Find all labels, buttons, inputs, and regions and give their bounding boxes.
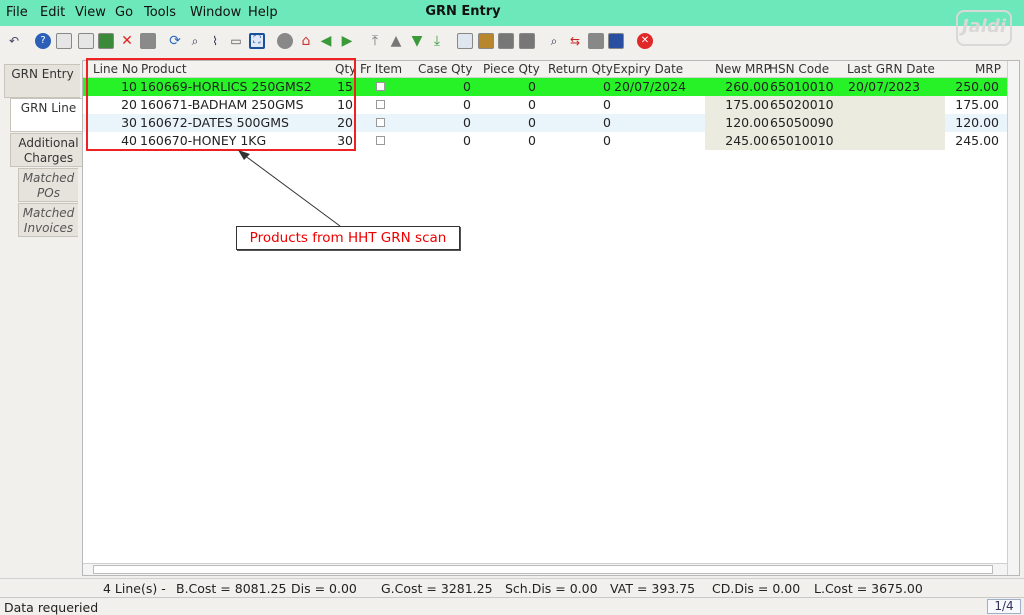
cell-return-qty[interactable]: 0 (553, 115, 611, 130)
cell-new-mrp[interactable]: 245.00 (705, 133, 769, 148)
summary-g-cost: G.Cost = 3281.25 (381, 581, 493, 596)
left-tab-panel: GRN Entry GRN Line Additional Charges Ma… (0, 62, 86, 574)
header-piece-qty[interactable]: Piece Qty (483, 62, 540, 76)
fr-item-checkbox[interactable] (376, 118, 385, 127)
find-icon[interactable]: ⌕ (187, 33, 203, 49)
previous-record-icon[interactable]: ▲ (388, 33, 404, 49)
cell-hsn-code: 65050090 (770, 115, 834, 130)
undo-icon[interactable]: ↶ (6, 33, 22, 49)
cell-mrp: 250.00 (955, 79, 999, 94)
save-icon[interactable] (98, 33, 114, 49)
next-icon[interactable]: ▶ (339, 33, 355, 49)
tab-grn-entry[interactable]: GRN Entry (4, 64, 80, 98)
summary-b-cost: B.Cost = 8081.25 (176, 581, 287, 596)
horizontal-scroll-thumb[interactable] (93, 565, 993, 574)
header-expiry-date[interactable]: Expiry Date (613, 62, 683, 76)
attachment-icon[interactable]: ⌇ (207, 33, 223, 49)
fr-item-checkbox[interactable] (376, 100, 385, 109)
copy-record-icon[interactable] (78, 33, 94, 49)
record-pager[interactable]: 1/4 (987, 599, 1021, 614)
toolbar: ↶ ? ✕ ⟳ ⌕ ⌇ ▭ ⛶ ⌂ ◀ ▶ ⤒ ▲ ▼ ⤓ ⌕ ⇆ ✕ (0, 26, 1024, 58)
readonly-cell-bg (845, 132, 945, 150)
chat-icon[interactable]: ▭ (228, 33, 244, 49)
window-title: GRN Entry (425, 4, 501, 19)
cell-case-qty[interactable]: 0 (413, 115, 471, 130)
cell-return-qty[interactable]: 0 (553, 79, 611, 94)
fr-item-checkbox[interactable] (376, 136, 385, 145)
print-preview-icon[interactable] (140, 33, 156, 49)
next-record-icon[interactable]: ▼ (409, 33, 425, 49)
cell-expiry-date[interactable]: 20/07/2024 (614, 79, 686, 94)
header-hsn-code[interactable]: HSN Code (769, 62, 829, 76)
cell-new-mrp[interactable]: 120.00 (705, 115, 769, 130)
readonly-cell-bg (845, 114, 945, 132)
summary-dis: Dis = 0.00 (291, 581, 357, 596)
summary-cd-dis: CD.Dis = 0.00 (712, 581, 801, 596)
summary-l-cost: L.Cost = 3675.00 (814, 581, 923, 596)
cell-mrp: 120.00 (955, 115, 999, 130)
product-info-icon[interactable] (608, 33, 624, 49)
request-icon[interactable] (588, 33, 604, 49)
cell-piece-qty[interactable]: 0 (478, 97, 536, 112)
cell-case-qty[interactable]: 0 (413, 97, 471, 112)
cell-hsn-code: 65020010 (770, 97, 834, 112)
annotation-highlight-box (86, 58, 356, 151)
close-icon[interactable]: ✕ (637, 33, 653, 49)
tab-grn-line[interactable]: GRN Line (10, 98, 86, 132)
cell-mrp: 245.00 (955, 133, 999, 148)
cell-hsn-code: 65010010 (770, 133, 834, 148)
summary-lines: 4 Line(s) - (103, 581, 166, 596)
summary-bar: 4 Line(s) - B.Cost = 8081.25 Dis = 0.00 … (0, 578, 1024, 596)
cell-return-qty[interactable]: 0 (553, 97, 611, 112)
summary-vat: VAT = 393.75 (610, 581, 696, 596)
menu-bar: File Edit View Go Tools Window Help GRN … (0, 0, 1024, 26)
cell-new-mrp[interactable]: 260.00 (705, 79, 769, 94)
print-setup-icon[interactable] (519, 33, 535, 49)
annotation-callout: Products from HHT GRN scan (236, 226, 460, 250)
cell-mrp: 175.00 (955, 97, 999, 112)
workflow-icon[interactable]: ⇆ (567, 33, 583, 49)
last-record-icon[interactable]: ⤓ (429, 33, 445, 49)
horizontal-scrollbar[interactable] (83, 563, 1007, 575)
history-icon[interactable] (277, 33, 293, 49)
tab-matched-invoices[interactable]: Matched Invoices (18, 203, 78, 237)
prev-icon[interactable]: ◀ (318, 33, 334, 49)
cell-hsn-code: 65010010 (770, 79, 834, 94)
zoom-icon[interactable]: ⌕ (546, 33, 562, 49)
vertical-scrollbar[interactable] (1007, 61, 1019, 575)
readonly-cell-bg (845, 96, 945, 114)
refresh-icon[interactable]: ⟳ (167, 33, 183, 49)
tab-matched-pos[interactable]: Matched POs (18, 168, 78, 202)
header-fr-item[interactable]: Fr Item (360, 62, 402, 76)
fullscreen-icon[interactable]: ⛶ (249, 33, 265, 49)
cell-last-grn-date: 20/07/2023 (848, 79, 921, 94)
cell-piece-qty[interactable]: 0 (478, 133, 536, 148)
status-message: Data requeried (4, 600, 99, 615)
help-icon[interactable]: ? (35, 33, 51, 49)
header-mrp[interactable]: MRP (975, 62, 1001, 76)
tab-additional-charges[interactable]: Additional Charges (10, 133, 86, 167)
first-record-icon[interactable]: ⤒ (367, 33, 383, 49)
home-icon[interactable]: ⌂ (298, 33, 314, 49)
cell-piece-qty[interactable]: 0 (478, 79, 536, 94)
cell-new-mrp[interactable]: 175.00 (705, 97, 769, 112)
fr-item-checkbox[interactable] (376, 82, 385, 91)
cell-case-qty[interactable]: 0 (413, 133, 471, 148)
header-new-mrp[interactable]: New MRP (715, 62, 771, 76)
report-icon[interactable] (457, 33, 473, 49)
archive-icon[interactable] (478, 33, 494, 49)
new-record-icon[interactable] (56, 33, 72, 49)
header-last-grn-date[interactable]: Last GRN Date (847, 62, 935, 76)
summary-sch-dis: Sch.Dis = 0.00 (505, 581, 598, 596)
header-return-qty[interactable]: Return Qty (548, 62, 613, 76)
cell-case-qty[interactable]: 0 (413, 79, 471, 94)
delete-icon[interactable]: ✕ (119, 33, 135, 49)
print-icon[interactable] (498, 33, 514, 49)
header-case-qty[interactable]: Case Qty (418, 62, 472, 76)
cell-return-qty[interactable]: 0 (553, 133, 611, 148)
status-bar: Data requeried 1/4 (0, 597, 1024, 615)
cell-piece-qty[interactable]: 0 (478, 115, 536, 130)
